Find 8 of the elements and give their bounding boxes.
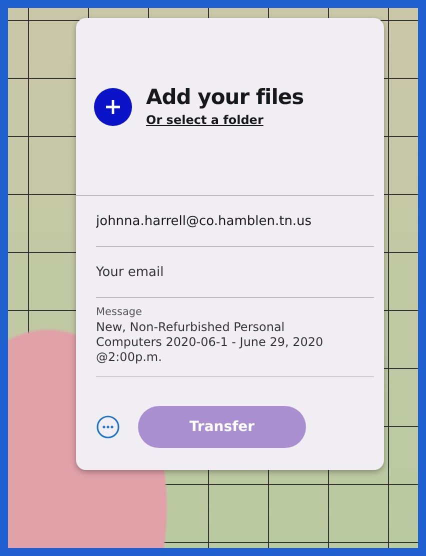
select-folder-link[interactable]: Or select a folder xyxy=(146,113,264,127)
message-field[interactable]: New, Non-Refurbished Personal Computers 2020-06-1 - June 29, 2020 @2:00p.m. xyxy=(96,320,346,368)
panel-title: Add your files xyxy=(146,85,304,109)
more-options-icon[interactable] xyxy=(96,415,120,439)
email-field[interactable]: Your email xyxy=(96,264,346,280)
add-files-icon[interactable] xyxy=(94,88,132,126)
email-field[interactable]: johnna.harrell@co.hamblen.tn.us xyxy=(96,214,346,228)
message-label: Message xyxy=(96,306,144,318)
